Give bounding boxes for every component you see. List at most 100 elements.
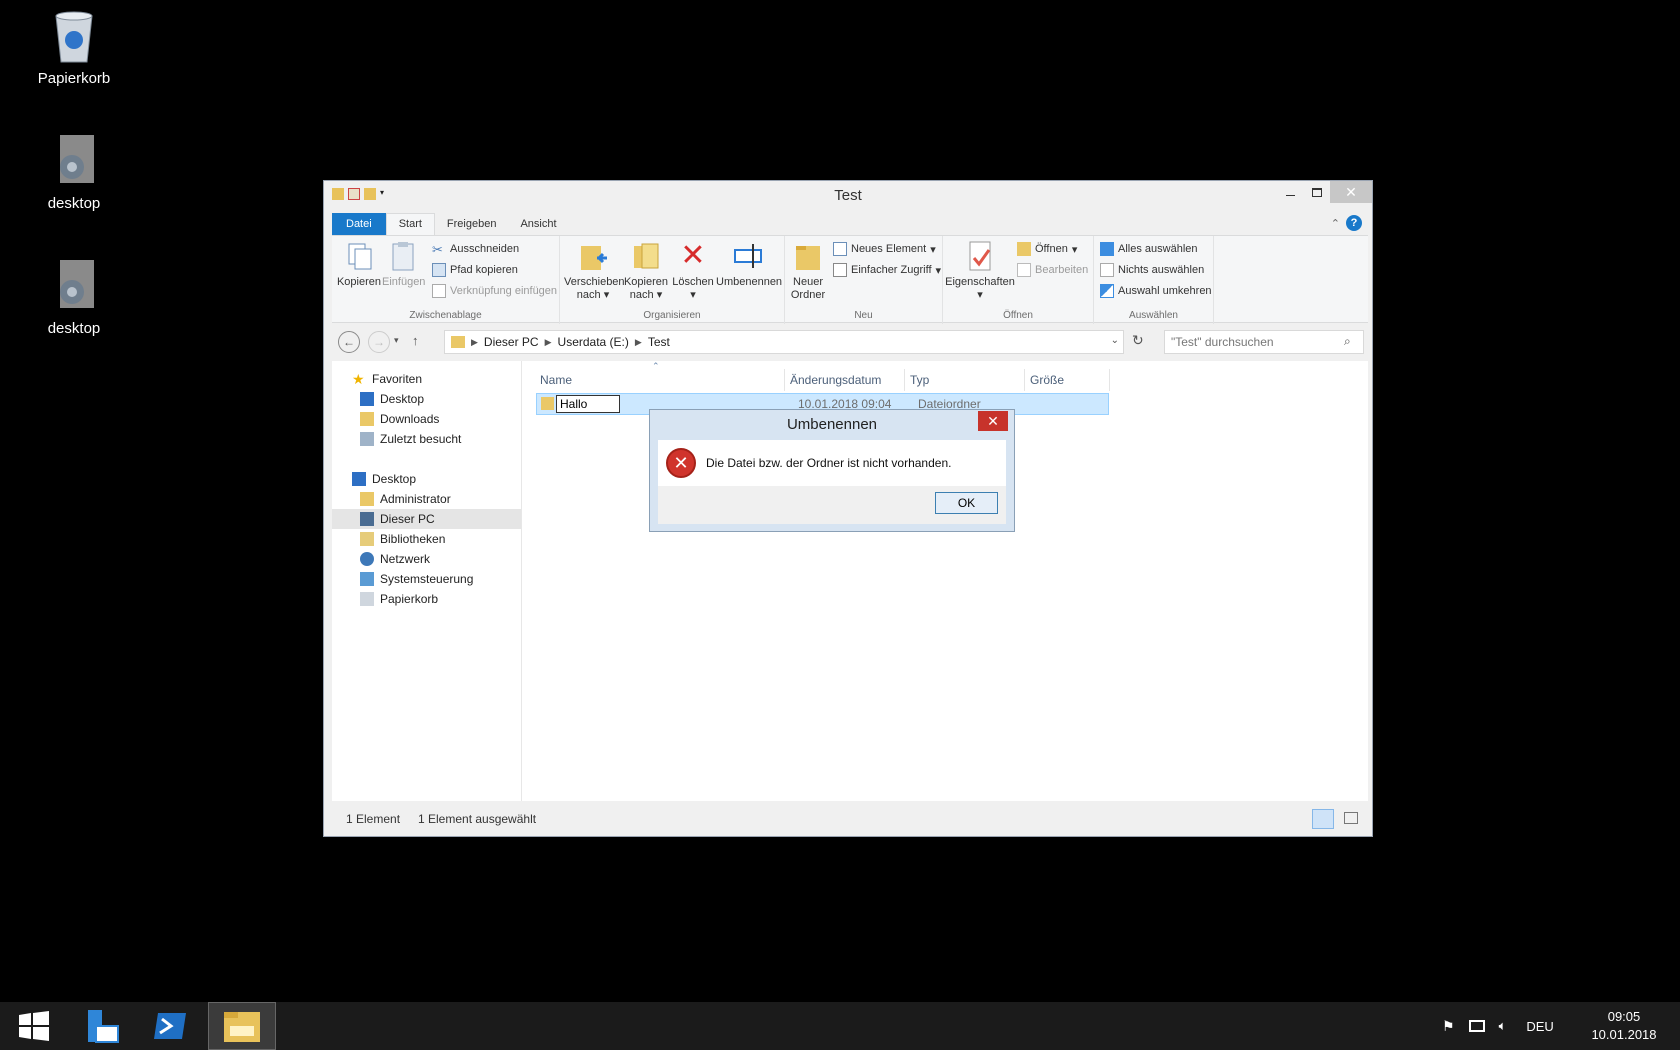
- copy-path-button[interactable]: Pfad kopieren: [432, 261, 518, 279]
- group-label: Zwischenablage: [409, 310, 482, 321]
- paste-button[interactable]: Einfügen: [382, 240, 425, 289]
- maximize-button[interactable]: [1303, 181, 1331, 203]
- rename-input[interactable]: Hallo: [556, 395, 620, 413]
- large-icons-view-icon[interactable]: [1344, 812, 1358, 824]
- dialog-message: Die Datei bzw. der Ordner ist nicht vorh…: [706, 456, 952, 470]
- collapse-ribbon-icon[interactable]: ⌃: [1331, 217, 1340, 230]
- cut-button[interactable]: ✂ Ausschneiden: [432, 240, 519, 258]
- column-header-size[interactable]: Größe: [1030, 373, 1064, 387]
- column-header-name[interactable]: Name: [540, 373, 572, 387]
- select-none-button[interactable]: Nichts auswählen: [1100, 261, 1204, 279]
- nav-favorites[interactable]: ★ Favoriten: [332, 369, 521, 389]
- select-none-icon: [1100, 263, 1114, 277]
- chevron-right-icon[interactable]: ▶: [545, 337, 552, 348]
- desktop-icon: [352, 472, 366, 486]
- tab-start[interactable]: Start: [385, 213, 435, 235]
- sort-ascending-icon: ⌃: [652, 361, 660, 371]
- properties-button[interactable]: Eigenschaften ▾: [945, 240, 1015, 302]
- column-separator[interactable]: [1024, 369, 1025, 391]
- select-all-button[interactable]: Alles auswählen: [1100, 240, 1198, 258]
- select-all-icon: [1100, 242, 1114, 256]
- open-button[interactable]: Öffnen ▾: [1017, 240, 1077, 258]
- rename-error-dialog: Umbenennen ✕ ✕ Die Datei bzw. der Ordner…: [649, 409, 1015, 532]
- column-header-type[interactable]: Typ: [910, 373, 929, 387]
- breadcrumb-userdata[interactable]: Userdata (E:): [558, 335, 629, 349]
- chevron-right-icon: ▶: [471, 336, 478, 347]
- action-center-flag-icon[interactable]: ⚑: [1442, 1018, 1455, 1035]
- new-folder-button[interactable]: Neuer Ordner: [787, 240, 829, 302]
- copy-button[interactable]: Kopieren: [336, 240, 382, 289]
- desktop-icon-recycle-bin[interactable]: Papierkorb: [24, 8, 124, 87]
- help-icon[interactable]: ?: [1346, 215, 1362, 231]
- easy-access-button[interactable]: Einfacher Zugriff ▾: [833, 261, 941, 279]
- clipboard-icon: [387, 240, 419, 272]
- nav-item-recent[interactable]: Zuletzt besucht: [332, 429, 521, 449]
- chevron-right-icon[interactable]: ▶: [635, 337, 642, 348]
- status-bar: 1 Element 1 Element ausgewählt: [332, 805, 1368, 833]
- tab-view[interactable]: Ansicht: [508, 214, 568, 235]
- tab-file[interactable]: Datei: [332, 213, 386, 235]
- maximize-icon: [1312, 187, 1322, 197]
- taskbar-server-manager[interactable]: [68, 1002, 136, 1050]
- column-separator[interactable]: [904, 369, 905, 391]
- dialog-body: ✕ Die Datei bzw. der Ordner ist nicht vo…: [658, 440, 1006, 486]
- search-icon: ⌕: [1344, 334, 1351, 348]
- nav-item-this-pc[interactable]: Dieser PC: [332, 509, 521, 529]
- easy-access-icon: [833, 263, 847, 277]
- new-item-button[interactable]: Neues Element ▾: [833, 240, 936, 258]
- user-folder-icon: [360, 492, 374, 506]
- recent-locations-icon[interactable]: ▾: [394, 335, 399, 346]
- breadcrumb-test[interactable]: Test: [648, 335, 670, 349]
- start-button[interactable]: [0, 1002, 68, 1050]
- nav-item-administrator[interactable]: Administrator: [332, 489, 521, 509]
- desktop-icon-label: Papierkorb: [37, 70, 111, 87]
- speaker-muted-icon[interactable]: 🔈︎: [1499, 1018, 1507, 1034]
- up-button[interactable]: ↑: [412, 333, 419, 348]
- column-header-date[interactable]: Änderungsdatum: [790, 373, 881, 387]
- details-view-icon[interactable]: [1312, 809, 1334, 829]
- nav-item-libraries[interactable]: Bibliotheken: [332, 529, 521, 549]
- nav-item-network[interactable]: Netzwerk: [332, 549, 521, 569]
- chevron-down-icon[interactable]: ⌄: [1111, 335, 1119, 346]
- group-new: Neuer Ordner Neues Element ▾ Einfacher Zug…: [785, 236, 943, 324]
- invert-selection-button[interactable]: Auswahl umkehren: [1100, 282, 1212, 300]
- clock-date: 10.01.2018: [1591, 1027, 1657, 1042]
- tab-share[interactable]: Freigeben: [435, 214, 509, 235]
- close-button[interactable]: ✕: [1330, 181, 1372, 203]
- input-language[interactable]: DEU: [1526, 1019, 1553, 1034]
- ok-button[interactable]: OK: [935, 492, 998, 514]
- copy-folder-icon: [630, 240, 662, 272]
- error-icon: ✕: [666, 448, 696, 478]
- dialog-close-button[interactable]: ✕: [978, 411, 1008, 431]
- network-icon: [360, 552, 374, 566]
- taskbar-file-explorer[interactable]: [208, 1002, 276, 1050]
- taskbar-powershell[interactable]: [136, 1002, 204, 1050]
- clock[interactable]: 09:05 10.01.2018: [1586, 1002, 1662, 1050]
- nav-item-control-panel[interactable]: Systemsteuerung: [332, 569, 521, 589]
- refresh-button[interactable]: ↻: [1132, 332, 1144, 349]
- minimize-button[interactable]: [1276, 181, 1304, 203]
- new-folder-icon: [792, 240, 824, 272]
- group-label: Neu: [854, 310, 873, 321]
- edit-button[interactable]: Bearbeiten: [1017, 261, 1088, 279]
- search-input[interactable]: "Test" durchsuchen: [1164, 330, 1364, 354]
- delete-button[interactable]: ✕ Löschen ▾: [672, 240, 714, 302]
- window-title: Test: [834, 187, 862, 204]
- paste-shortcut-button[interactable]: Verknüpfung einfügen: [432, 282, 557, 300]
- nav-desktop-root[interactable]: Desktop: [332, 469, 521, 489]
- network-icon[interactable]: [1468, 1020, 1485, 1032]
- desktop-icon-desktop-2[interactable]: desktop: [24, 258, 124, 337]
- column-separator[interactable]: [1109, 369, 1110, 391]
- move-to-button[interactable]: Verschieben nach ▾: [564, 240, 625, 302]
- column-separator[interactable]: [784, 369, 785, 391]
- nav-item-downloads[interactable]: Downloads: [332, 409, 521, 429]
- address-bar[interactable]: ▶ Dieser PC ▶ Userdata (E:) ▶ Test ⌄: [444, 330, 1124, 354]
- breadcrumb-this-pc[interactable]: Dieser PC: [484, 335, 539, 349]
- back-button[interactable]: ←: [338, 331, 360, 353]
- forward-button[interactable]: →: [368, 331, 390, 353]
- desktop-icon-desktop-1[interactable]: desktop: [24, 133, 124, 212]
- copy-to-button[interactable]: Kopieren nach ▾: [622, 240, 670, 302]
- nav-item-desktop-fav[interactable]: Desktop: [332, 389, 521, 409]
- nav-item-recycle-bin[interactable]: Papierkorb: [332, 589, 521, 609]
- rename-button[interactable]: Umbenennen: [716, 240, 782, 289]
